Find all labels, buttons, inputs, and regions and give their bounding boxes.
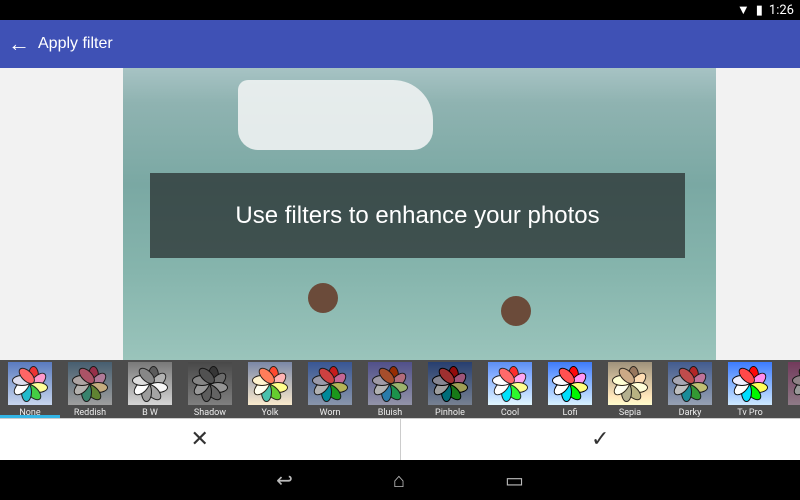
battery-charging-icon: ▮ (755, 2, 763, 18)
filter-label: Cool (500, 408, 520, 418)
filter-label: Sepia (618, 408, 642, 418)
filter-none[interactable]: None (0, 360, 60, 418)
person-image (308, 283, 338, 313)
filter-g[interactable]: G (780, 360, 800, 418)
filter-label: Darky (678, 408, 702, 418)
filter-label: Pinhole (435, 408, 465, 418)
filter-b-w[interactable]: B W (120, 360, 180, 418)
filter-tv-pro[interactable]: Tv Pro (720, 360, 780, 418)
filter-bluish[interactable]: Bluish (360, 360, 420, 418)
nav-bar: ↩ ⌂ ▭ (0, 460, 800, 500)
pinwheel-thumbnail (548, 362, 592, 405)
filter-pinhole[interactable]: Pinhole (420, 360, 480, 418)
close-icon[interactable]: ✕ (0, 419, 401, 460)
pinwheel-thumbnail (368, 362, 412, 405)
filter-label: Bluish (377, 408, 403, 418)
action-bar: ✕ ✓ (0, 418, 800, 460)
recents-nav-icon[interactable]: ▭ (505, 468, 524, 492)
page-title: Apply filter (38, 35, 113, 52)
boat-image (238, 80, 433, 150)
filter-label: Yolk (261, 408, 279, 418)
pinwheel-thumbnail (428, 362, 472, 405)
arrow-back-icon[interactable]: ← (0, 31, 38, 57)
pinwheel-thumbnail (188, 362, 232, 405)
filter-cool[interactable]: Cool (480, 360, 540, 418)
filter-label: None (19, 408, 41, 418)
pinwheel-thumbnail (128, 362, 172, 405)
filter-label: Worn (319, 408, 341, 418)
filter-label: Reddish (73, 408, 107, 418)
pinwheel-thumbnail (728, 362, 772, 405)
check-icon[interactable]: ✓ (401, 419, 800, 460)
filter-darky[interactable]: Darky (660, 360, 720, 418)
filter-label: Shadow (193, 408, 227, 418)
filter-worn[interactable]: Worn (300, 360, 360, 418)
pinwheel-thumbnail (248, 362, 292, 405)
filter-strip[interactable]: None Reddish B W Shadow Yolk Worn Bluish Pinhol… (0, 360, 800, 418)
filter-lofi[interactable]: Lofi (540, 360, 600, 418)
pinwheel-thumbnail (488, 362, 532, 405)
clock: 1:26 (768, 2, 794, 18)
filter-label: Lofi (562, 408, 578, 418)
wifi-icon: ▼ (736, 3, 750, 18)
back-nav-icon[interactable]: ↩ (276, 468, 293, 492)
filter-label: Tv Pro (737, 408, 763, 418)
filter-sepia[interactable]: Sepia (600, 360, 660, 418)
filter-reddish[interactable]: Reddish (60, 360, 120, 418)
home-nav-icon[interactable]: ⌂ (393, 468, 405, 493)
pinwheel-thumbnail (308, 362, 352, 405)
status-bar: ▼ ▮ 1:26 (0, 0, 800, 20)
filter-shadow[interactable]: Shadow (180, 360, 240, 418)
pinwheel-thumbnail (668, 362, 712, 405)
person-image (501, 296, 531, 326)
pinwheel-thumbnail (788, 362, 800, 405)
filter-label: B W (142, 408, 158, 418)
preview-area: Use filters to enhance your photos (0, 68, 800, 360)
hint-overlay: Use filters to enhance your photos (150, 173, 685, 258)
app-bar: ← Apply filter (0, 20, 800, 68)
pinwheel-thumbnail (608, 362, 652, 405)
pinwheel-thumbnail (8, 362, 52, 405)
pinwheel-thumbnail (68, 362, 112, 405)
filter-yolk[interactable]: Yolk (240, 360, 300, 418)
